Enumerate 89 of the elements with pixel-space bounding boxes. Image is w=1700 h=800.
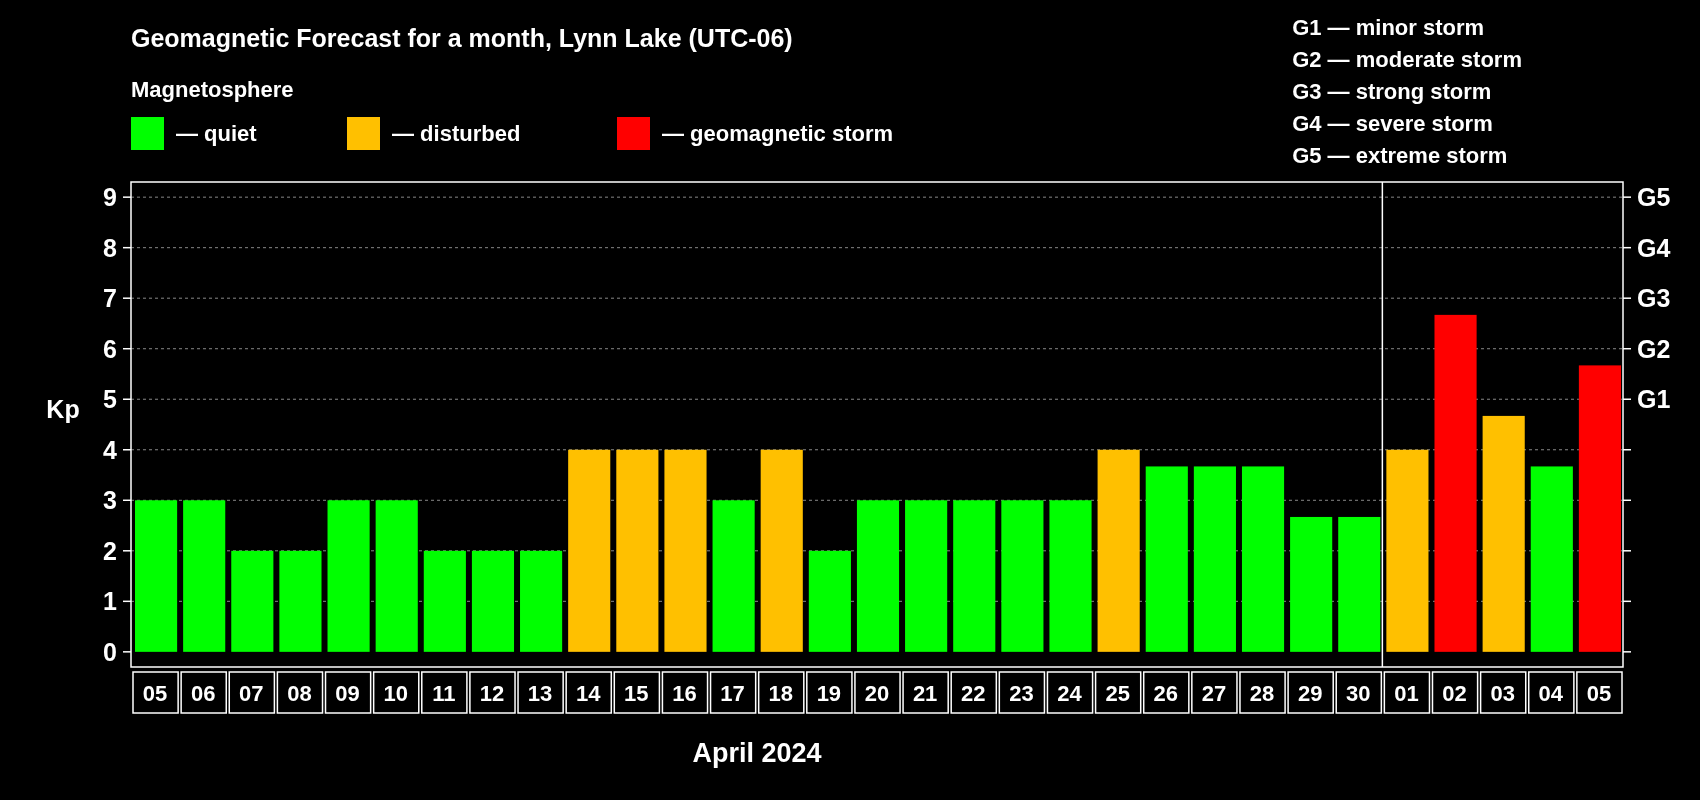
date-cell (709, 671, 757, 714)
y-tick-label: 9 (103, 183, 117, 212)
date-label: 28 (1249, 681, 1275, 706)
date-cell (806, 671, 853, 714)
date-cell (902, 671, 949, 714)
date-label: 06 (190, 681, 216, 706)
date-label: 24 (1057, 681, 1082, 706)
date-cell (421, 671, 468, 714)
date-cell (1576, 671, 1623, 714)
date-cell (132, 671, 179, 714)
date-cell (1479, 671, 1527, 714)
date-label: 13 (527, 681, 553, 706)
date-cell (1287, 671, 1334, 714)
date-cell (1046, 671, 1094, 714)
date-cell (372, 671, 420, 714)
storm-scale-entry: G2 — moderate storm (1292, 46, 1522, 74)
date-label: 02 (1442, 681, 1467, 706)
storm-scale-entry: G4 — severe storm (1292, 110, 1494, 138)
date-label: 14 (576, 681, 601, 706)
date-label: 03 (1490, 681, 1515, 706)
date-label: 27 (1201, 681, 1227, 706)
date-cell (565, 671, 613, 714)
date-cell (1142, 671, 1190, 714)
storm-level-label: G5 (1637, 183, 1671, 212)
y-tick-label: 4 (103, 435, 117, 464)
date-cell (324, 671, 372, 714)
date-cell (276, 671, 324, 714)
date-cell (1383, 671, 1431, 714)
x-axis-label: April 2024 (692, 738, 822, 768)
date-label: 04 (1538, 681, 1564, 706)
date-cell (1431, 671, 1479, 714)
y-tick-label: 3 (103, 486, 117, 515)
date-label: 10 (383, 681, 408, 706)
date-label: 12 (479, 681, 505, 706)
date-label: 23 (1009, 681, 1034, 706)
chart-title: Geomagnetic Forecast for a month, Lynn Lake (UTC-06) (131, 24, 794, 53)
storm-level-label: G3 (1637, 284, 1671, 313)
date-cell (469, 671, 516, 714)
date-cell (950, 671, 998, 714)
date-label: 09 (335, 681, 360, 706)
storm-level-label: G1 (1637, 385, 1671, 414)
date-label: 17 (720, 681, 745, 706)
date-label: 26 (1153, 681, 1178, 706)
y-tick-label: 8 (103, 233, 117, 262)
date-cell (517, 671, 564, 714)
date-label: 29 (1297, 681, 1323, 706)
date-cell (1335, 671, 1383, 714)
y-tick-label: 2 (103, 536, 117, 565)
y-tick-label: 7 (103, 284, 117, 313)
y-axis-label: Kp (46, 395, 80, 424)
date-cell (757, 671, 805, 714)
date-label: 19 (816, 681, 842, 706)
y-tick-label: 5 (103, 385, 117, 414)
date-cell (1094, 671, 1142, 714)
date-cell (180, 671, 227, 714)
date-cell (854, 671, 901, 714)
date-label: 20 (864, 681, 890, 706)
legend-title: Magnetosphere (131, 77, 295, 103)
legend-label: — disturbed (392, 120, 521, 147)
y-tick-label: 0 (103, 637, 117, 666)
storm-scale-entry: G5 — extreme storm (1292, 142, 1509, 170)
storm-level-label: G2 (1637, 334, 1671, 363)
date-label: 16 (672, 681, 697, 706)
legend-label: — quiet (176, 120, 257, 147)
storm-scale-entry: G3 — strong storm (1292, 78, 1493, 106)
date-cell (1191, 671, 1238, 714)
date-cell (228, 671, 276, 714)
legend-label: — geomagnetic storm (662, 120, 894, 147)
date-label: 15 (624, 681, 649, 706)
date-label: 07 (239, 681, 264, 706)
date-label: 30 (1346, 681, 1371, 706)
date-cell (998, 671, 1046, 714)
date-label: 22 (961, 681, 986, 706)
date-cell (613, 671, 661, 714)
date-label: 05 (142, 681, 168, 706)
storm-level-label: G4 (1637, 233, 1671, 262)
date-label: 08 (287, 681, 312, 706)
date-label: 18 (768, 681, 793, 706)
date-cell (661, 671, 709, 714)
date-label: 05 (1586, 681, 1612, 706)
date-label: 21 (912, 681, 938, 706)
y-tick-label: 1 (103, 587, 117, 616)
date-cell (1239, 671, 1286, 714)
date-label: 25 (1105, 681, 1130, 706)
y-tick-label: 6 (103, 334, 117, 363)
storm-scale-entry: G1 — minor storm (1292, 14, 1486, 42)
date-label: 11 (432, 681, 456, 706)
date-label: 01 (1394, 681, 1419, 706)
date-cell (1528, 671, 1575, 714)
